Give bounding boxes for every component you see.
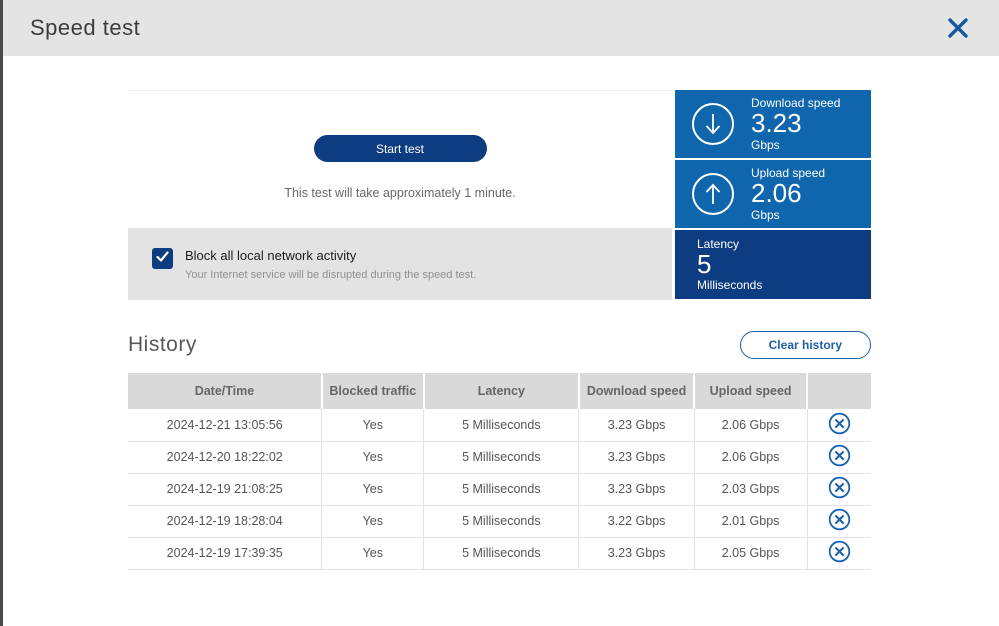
download-arrow-icon — [691, 102, 735, 146]
delete-x-icon — [828, 423, 851, 438]
delete-entry-button[interactable] — [828, 540, 851, 563]
table-row: 2024-12-20 18:22:02 Yes 5 Milliseconds 3… — [128, 441, 871, 473]
cell-blocked: Yes — [322, 441, 424, 473]
test-controls: Start test This test will take approxima… — [128, 90, 672, 300]
cell-latency: 5 Milliseconds — [424, 473, 579, 505]
delete-entry-button[interactable] — [828, 508, 851, 531]
latency-panel: Latency 5 Milliseconds — [675, 230, 871, 299]
speed-test-section: Start test This test will take approxima… — [128, 90, 871, 300]
block-checkbox-label: Block all local network activity — [185, 248, 476, 263]
latency-unit: Milliseconds — [697, 278, 762, 292]
col-upload-speed: Upload speed — [694, 373, 807, 409]
cell-datetime: 2024-12-20 18:22:02 — [128, 441, 322, 473]
upload-speed-unit: Gbps — [751, 208, 825, 222]
cell-blocked: Yes — [322, 473, 424, 505]
cell-latency: 5 Milliseconds — [424, 537, 579, 569]
cell-download: 3.23 Gbps — [579, 473, 694, 505]
cell-blocked: Yes — [322, 505, 424, 537]
latency-value: 5 — [697, 251, 711, 278]
page-title: Speed test — [30, 15, 140, 41]
cell-upload: 2.01 Gbps — [694, 505, 807, 537]
delete-x-icon — [828, 455, 851, 470]
delete-entry-button[interactable] — [828, 444, 851, 467]
page-edge-strip — [0, 0, 3, 626]
col-actions — [807, 373, 871, 409]
delete-entry-button[interactable] — [828, 412, 851, 435]
cell-datetime: 2024-12-21 13:05:56 — [128, 409, 322, 441]
cell-download: 3.23 Gbps — [579, 409, 694, 441]
close-icon — [947, 27, 969, 42]
cell-delete — [807, 473, 871, 505]
block-option-texts: Block all local network activity Your In… — [185, 248, 476, 300]
test-duration-note: This test will take approximately 1 minu… — [284, 186, 515, 200]
stat-panels: Download speed 3.23 Gbps Upload speed 2.… — [675, 90, 871, 300]
close-button[interactable] — [943, 13, 973, 43]
modal-header: Speed test — [0, 0, 999, 56]
cell-latency: 5 Milliseconds — [424, 441, 579, 473]
download-speed-unit: Gbps — [751, 138, 840, 152]
cell-datetime: 2024-12-19 18:28:04 — [128, 505, 322, 537]
upload-arrow-icon — [691, 172, 735, 216]
cell-latency: 5 Milliseconds — [424, 409, 579, 441]
upload-speed-texts: Upload speed 2.06 Gbps — [751, 166, 825, 221]
cell-latency: 5 Milliseconds — [424, 505, 579, 537]
table-row: 2024-12-21 13:05:56 Yes 5 Milliseconds 3… — [128, 409, 871, 441]
block-checkbox[interactable] — [152, 248, 173, 269]
delete-entry-button[interactable] — [828, 476, 851, 499]
col-download-speed: Download speed — [579, 373, 694, 409]
upload-speed-panel: Upload speed 2.06 Gbps — [675, 160, 871, 228]
download-speed-texts: Download speed 3.23 Gbps — [751, 96, 840, 151]
cell-upload: 2.06 Gbps — [694, 441, 807, 473]
col-blocked-traffic: Blocked traffic — [322, 373, 424, 409]
delete-x-icon — [828, 551, 851, 566]
table-header-row: Date/Time Blocked traffic Latency Downlo… — [128, 373, 871, 409]
start-test-button[interactable]: Start test — [314, 135, 487, 162]
delete-x-icon — [828, 519, 851, 534]
download-speed-value: 3.23 — [751, 110, 840, 137]
col-datetime: Date/Time — [128, 373, 322, 409]
cell-delete — [807, 505, 871, 537]
cell-download: 3.22 Gbps — [579, 505, 694, 537]
cell-delete — [807, 441, 871, 473]
cell-blocked: Yes — [322, 409, 424, 441]
modal-content: Start test This test will take approxima… — [128, 90, 871, 570]
cell-upload: 2.06 Gbps — [694, 409, 807, 441]
cell-blocked: Yes — [322, 537, 424, 569]
history-header: History Clear history — [128, 331, 871, 359]
cell-delete — [807, 537, 871, 569]
download-speed-panel: Download speed 3.23 Gbps — [675, 90, 871, 158]
delete-x-icon — [828, 487, 851, 502]
upload-speed-value: 2.06 — [751, 180, 825, 207]
history-title: History — [128, 333, 197, 357]
cell-upload: 2.05 Gbps — [694, 537, 807, 569]
checkmark-icon — [155, 249, 170, 269]
col-latency: Latency — [424, 373, 579, 409]
table-row: 2024-12-19 21:08:25 Yes 5 Milliseconds 3… — [128, 473, 871, 505]
cell-download: 3.23 Gbps — [579, 537, 694, 569]
table-row: 2024-12-19 18:28:04 Yes 5 Milliseconds 3… — [128, 505, 871, 537]
cell-datetime: 2024-12-19 21:08:25 — [128, 473, 322, 505]
block-traffic-option: Block all local network activity Your In… — [128, 228, 672, 300]
clear-history-button[interactable]: Clear history — [740, 331, 871, 359]
cell-upload: 2.03 Gbps — [694, 473, 807, 505]
cell-delete — [807, 409, 871, 441]
table-row: 2024-12-19 17:39:35 Yes 5 Milliseconds 3… — [128, 537, 871, 569]
block-checkbox-description: Your Internet service will be disrupted … — [185, 269, 476, 281]
cell-download: 3.23 Gbps — [579, 441, 694, 473]
history-table: Date/Time Blocked traffic Latency Downlo… — [128, 373, 871, 570]
cell-datetime: 2024-12-19 17:39:35 — [128, 537, 322, 569]
